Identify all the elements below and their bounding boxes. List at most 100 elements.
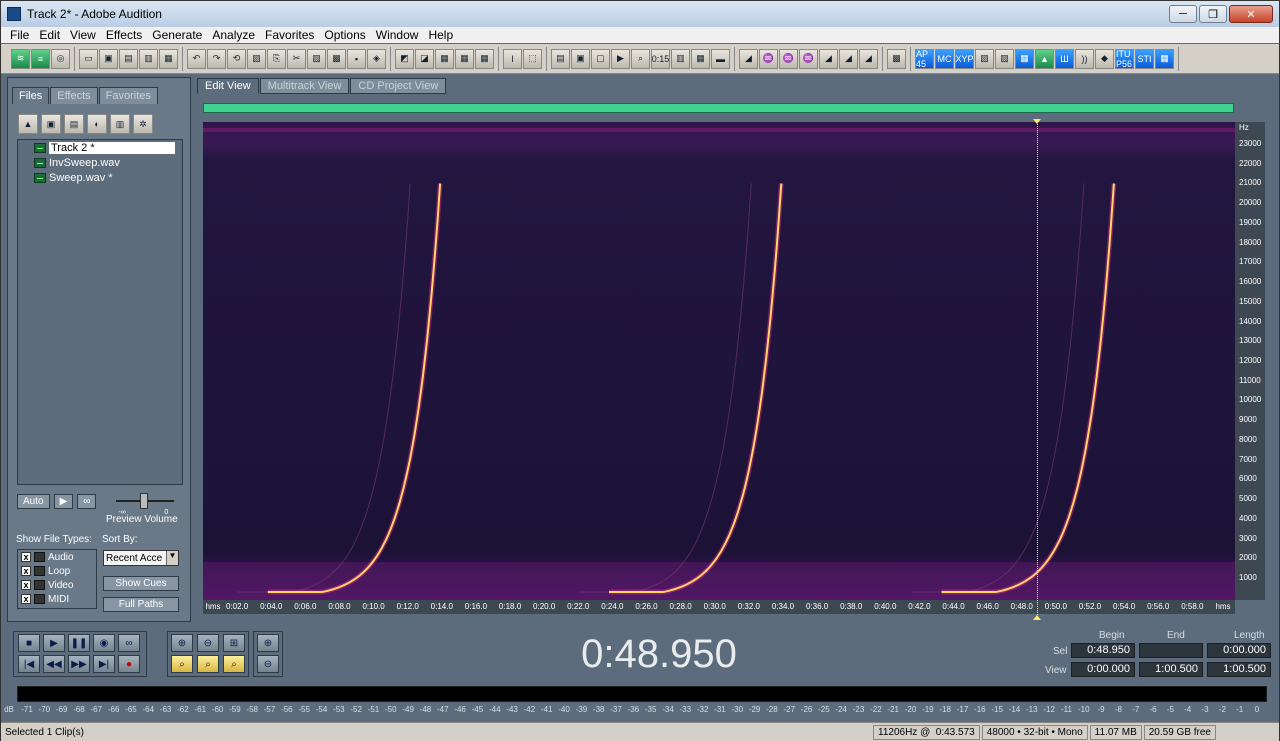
list-item[interactable]: Sweep.wav * xyxy=(18,170,182,185)
preview-volume-slider[interactable]: -∞ 0 xyxy=(112,491,178,516)
tab-effects[interactable]: Effects xyxy=(50,87,98,104)
go-to-end-button[interactable]: ▶| xyxy=(93,655,115,673)
stop-button[interactable]: ■ xyxy=(18,634,40,652)
filter-loop[interactable]: x Loop xyxy=(18,564,96,578)
plugin7-icon[interactable]: ▲ xyxy=(1035,48,1054,69)
copy-icon[interactable]: ⎘ xyxy=(267,48,286,69)
restore-button[interactable]: ❐ xyxy=(1199,5,1227,23)
menu-generate[interactable]: Generate xyxy=(147,28,207,42)
sel-end-field[interactable] xyxy=(1139,643,1203,658)
plugin5-icon[interactable]: ▨ xyxy=(995,48,1014,69)
plugin10-icon[interactable]: ◆ xyxy=(1095,48,1114,69)
plugin-sti-icon[interactable]: STI xyxy=(1135,48,1154,69)
convert-icon[interactable]: ◈ xyxy=(367,48,386,69)
checkbox[interactable]: x xyxy=(21,594,31,604)
tab-multitrack-view[interactable]: Multitrack View xyxy=(259,78,350,94)
insert-icon[interactable]: ▤ xyxy=(64,114,84,134)
loop-button[interactable]: ∞ xyxy=(118,634,140,652)
list-item[interactable]: InvSweep.wav xyxy=(18,155,182,170)
clipboard-icon[interactable]: ▧ xyxy=(247,48,266,69)
view1-icon[interactable]: ▤ xyxy=(551,48,570,69)
effect7-icon[interactable]: ◢ xyxy=(859,48,878,69)
menu-view[interactable]: View xyxy=(65,28,101,42)
view-length-field[interactable]: 1:00.500 xyxy=(1207,662,1271,677)
effect4-icon[interactable]: ♒ xyxy=(799,48,818,69)
mix-paste-icon[interactable]: ▩ xyxy=(327,48,346,69)
open-file-icon[interactable]: ▣ xyxy=(99,48,118,69)
preview-play-button[interactable]: ▶ xyxy=(53,493,74,509)
save-icon[interactable]: ▥ xyxy=(139,48,158,69)
undo-icon[interactable]: ↶ xyxy=(187,48,206,69)
playhead-cursor[interactable] xyxy=(1037,119,1038,619)
spectral-display[interactable] xyxy=(203,122,1235,600)
multitrack-icon[interactable]: ≡ xyxy=(31,48,50,69)
sel-length-field[interactable]: 0:00.000 xyxy=(1207,643,1271,658)
chevron-down-icon[interactable]: ▼ xyxy=(166,551,178,565)
new-file-icon[interactable]: ▭ xyxy=(79,48,98,69)
paste-icon[interactable]: ▨ xyxy=(307,48,326,69)
pause-button[interactable]: ❚❚ xyxy=(68,634,90,652)
fade-icon[interactable]: ◪ xyxy=(415,48,434,69)
filter-audio[interactable]: x Audio xyxy=(18,550,96,564)
sort-by-select[interactable]: Recent Acce ▼ xyxy=(103,550,179,566)
play-view-icon[interactable]: ▶ xyxy=(611,48,630,69)
plugin-mc-icon[interactable]: MC xyxy=(935,48,954,69)
effect1-icon[interactable]: ◢ xyxy=(739,48,758,69)
show-cues-button[interactable]: Show Cues xyxy=(103,576,179,591)
checkbox[interactable]: x xyxy=(21,566,31,576)
menu-window[interactable]: Window xyxy=(371,28,424,42)
save-all-icon[interactable]: ▦ xyxy=(159,48,178,69)
menu-effects[interactable]: Effects xyxy=(101,28,147,42)
cursor-top-marker[interactable] xyxy=(1033,119,1041,124)
fast-forward-button[interactable]: ▶▶ xyxy=(68,655,90,673)
view3-icon[interactable]: ▢ xyxy=(591,48,610,69)
filter-midi[interactable]: x MIDI xyxy=(18,592,96,606)
time-selection-tool-icon[interactable]: I xyxy=(503,48,522,69)
trim-icon[interactable]: ▪ xyxy=(347,48,366,69)
redo-icon[interactable]: ↷ xyxy=(207,48,226,69)
time-format-icon[interactable]: 0:15 xyxy=(651,48,670,69)
close-button[interactable]: ✕ xyxy=(1229,5,1273,23)
spectral-icon[interactable]: ▦ xyxy=(691,48,710,69)
checkbox[interactable]: x xyxy=(21,552,31,562)
plugin9-icon[interactable]: )) xyxy=(1075,48,1094,69)
view-begin-field[interactable]: 0:00.000 xyxy=(1071,662,1135,677)
effect2-icon[interactable]: ♒ xyxy=(759,48,778,69)
waveform-icon[interactable]: ▬ xyxy=(711,48,730,69)
menu-analyze[interactable]: Analyze xyxy=(207,28,260,42)
menu-edit[interactable]: Edit xyxy=(34,28,65,42)
import-file-icon[interactable]: ▲ xyxy=(18,114,38,134)
full-paths-button[interactable]: Full Paths xyxy=(103,597,179,612)
repeat-icon[interactable]: ⟲ xyxy=(227,48,246,69)
grid2-icon[interactable]: ▦ xyxy=(455,48,474,69)
open-folder-icon[interactable]: ▣ xyxy=(41,114,61,134)
zoom-full-icon[interactable]: ⊞ xyxy=(223,634,245,652)
view-end-field[interactable]: 1:00.500 xyxy=(1139,662,1203,677)
vertical-zoom-in-icon[interactable]: ⊕ xyxy=(257,634,279,652)
plugin-itu-p56-icon[interactable]: ITU P56 xyxy=(1115,48,1134,69)
list-item[interactable]: Track 2 * xyxy=(18,140,182,155)
filter-video[interactable]: x Video xyxy=(18,578,96,592)
zoom-left-icon[interactable]: ⌕ xyxy=(171,655,193,673)
view2-icon[interactable]: ▣ xyxy=(571,48,590,69)
grid3-icon[interactable]: ▦ xyxy=(475,48,494,69)
preview-loop-button[interactable]: ∞ xyxy=(77,493,97,509)
bars-icon[interactable]: ▥ xyxy=(671,48,690,69)
tab-files[interactable]: Files xyxy=(12,87,50,104)
tab-favorites[interactable]: Favorites xyxy=(98,87,158,104)
zoom-right-icon[interactable]: ⌕ xyxy=(197,655,219,673)
envelope-icon[interactable]: ◩ xyxy=(395,48,414,69)
sel-begin-field[interactable]: 0:48.950 xyxy=(1071,643,1135,658)
edit-view-icon[interactable]: ≋ xyxy=(11,48,30,69)
menu-help[interactable]: Help xyxy=(423,28,458,42)
checkbox[interactable]: x xyxy=(21,580,31,590)
zoom-view-icon[interactable]: ⌕ xyxy=(631,48,650,69)
effect6-icon[interactable]: ◢ xyxy=(839,48,858,69)
play-file-icon[interactable]: ◐ xyxy=(87,114,107,134)
record-button[interactable]: ● xyxy=(118,655,140,673)
go-to-start-button[interactable]: |◀ xyxy=(18,655,40,673)
menu-favorites[interactable]: Favorites xyxy=(260,28,319,42)
auto-play-button[interactable]: Auto xyxy=(17,493,50,509)
effect5-icon[interactable]: ◢ xyxy=(819,48,838,69)
slider-thumb[interactable] xyxy=(140,493,149,509)
